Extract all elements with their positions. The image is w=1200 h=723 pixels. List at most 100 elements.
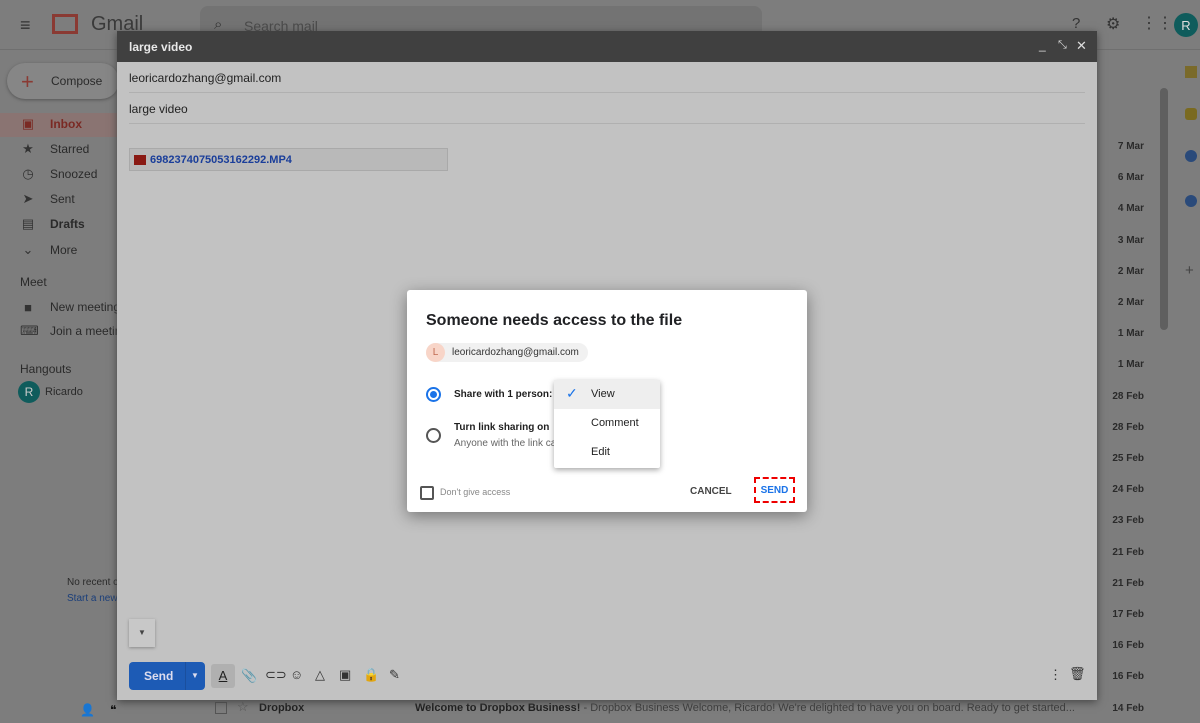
hangouts-user[interactable]: Ricardo [45, 386, 83, 398]
email-date: 2 Mar [1117, 297, 1144, 308]
menu-icon[interactable]: ≡ [20, 15, 31, 36]
email-date: 23 Feb [1112, 515, 1144, 527]
dont-give-access-checkbox[interactable] [420, 486, 434, 500]
sidebar-item-snoozed[interactable]: ◷ Snoozed [20, 164, 97, 184]
recipient-chip: L leoricardozhang@gmail.com [426, 343, 588, 362]
emoji-icon[interactable]: ☺ [290, 667, 303, 682]
trash-icon[interactable]: 🗑 [1069, 666, 1086, 682]
image-icon[interactable]: ▣ [339, 667, 351, 683]
more-options-dropdown[interactable]: ▼ [129, 619, 155, 647]
send-share-button[interactable]: SEND [754, 477, 795, 503]
video-file-icon [134, 155, 146, 165]
email-date: 25 Feb [1112, 453, 1144, 464]
clock-icon: ◷ [22, 166, 34, 181]
check-icon: ✓ [566, 385, 578, 401]
new-meeting[interactable]: ■ New meeting [20, 297, 120, 317]
compose-button[interactable]: + Compose [7, 63, 119, 99]
scrollbar[interactable] [1160, 88, 1168, 330]
hangouts-icon[interactable]: ❝ [110, 703, 116, 717]
subject-field[interactable]: large video [129, 93, 1085, 124]
email-date: 16 Feb [1112, 640, 1144, 652]
signature-icon[interactable]: ✎ [389, 667, 400, 683]
email-date: 1 Mar [1117, 328, 1144, 340]
email-date: 14 Feb [1112, 702, 1144, 714]
tasks-icon[interactable] [1185, 150, 1197, 162]
hangouts-avatar: R [18, 381, 40, 403]
keep-icon[interactable] [1185, 108, 1197, 120]
attachment-name: 6982374075053162292.MP4 [150, 154, 292, 166]
cancel-button[interactable]: CANCEL [690, 486, 732, 497]
minimize-icon[interactable]: _ [1039, 38, 1046, 52]
contacts-app-icon[interactable] [1185, 195, 1197, 207]
email-date: 2 Mar [1117, 265, 1144, 277]
close-icon[interactable]: ✕ [1076, 38, 1087, 54]
recipient-avatar: L [426, 343, 445, 362]
attach-icon[interactable]: 📎 [241, 668, 257, 684]
sidebar-item-starred[interactable]: ★ Starred [20, 139, 89, 159]
row-sender[interactable]: Dropbox [259, 702, 304, 714]
compose-label: Compose [51, 74, 103, 88]
send-icon: ➤ [22, 191, 34, 206]
email-date: 24 Feb [1112, 484, 1144, 496]
label: Drafts [50, 217, 85, 231]
email-date: 28 Feb [1112, 390, 1144, 402]
label: New meeting [50, 300, 121, 314]
dialog-title: Someone needs access to the file [426, 312, 683, 329]
send-button[interactable]: Send ▼ [129, 662, 205, 690]
email-date: 3 Mar [1117, 234, 1144, 246]
apps-grid-icon[interactable]: ⋮⋮ [1141, 13, 1173, 33]
label: Starred [50, 142, 90, 156]
video-icon: ■ [24, 299, 32, 315]
gmail-logo-icon [52, 14, 78, 34]
menu-item-view[interactable]: ✓ View [554, 380, 660, 409]
sidebar-item-sent[interactable]: ➤ Sent [20, 189, 75, 209]
formatting-icon[interactable]: A [211, 664, 235, 688]
draft-icon: ▤ [21, 216, 35, 231]
dont-give-access-label: Don't give access [440, 487, 511, 497]
more-icon[interactable]: ⋮ [1049, 667, 1062, 683]
email-date: 21 Feb [1112, 546, 1144, 558]
row-checkbox[interactable] [215, 702, 227, 714]
row-subject: Welcome to Dropbox Business! [415, 702, 581, 714]
avatar[interactable]: R [1174, 13, 1198, 37]
email-date: 6 Mar [1117, 172, 1144, 184]
join-meeting[interactable]: ⌨ Join a meeting [20, 321, 128, 341]
plus-icon: + [21, 69, 34, 94]
sidebar-item-drafts[interactable]: ▤ Drafts [20, 214, 85, 234]
confidential-icon[interactable]: 🔒 [363, 667, 379, 683]
menu-item-comment[interactable]: Comment [554, 409, 660, 438]
hangouts-heading: Hangouts [20, 362, 72, 376]
contacts-icon[interactable]: 👤 [80, 703, 95, 717]
email-date: 7 Mar [1117, 141, 1144, 152]
label: More [50, 243, 78, 257]
link-sharing-radio[interactable] [426, 428, 441, 443]
row-content[interactable]: Welcome to Dropbox Business! - Dropbox B… [415, 702, 1090, 714]
compose-title: large video [117, 31, 1097, 62]
attachment-chip[interactable]: 6982374075053162292.MP4 [129, 148, 448, 171]
label: View [591, 388, 615, 400]
send-options-icon[interactable]: ▼ [191, 671, 199, 680]
sidebar-item-more[interactable]: ⌄ More [20, 240, 78, 260]
label: Snoozed [50, 167, 98, 181]
fullscreen-icon[interactable]: ⤡ [1058, 39, 1067, 52]
permission-menu: ✓ View Comment Edit [554, 380, 660, 468]
help-icon[interactable]: ? [1072, 15, 1080, 32]
drive-icon[interactable]: △ [315, 667, 325, 683]
share-person-radio[interactable] [426, 387, 441, 402]
star-icon: ★ [22, 141, 34, 156]
link-icon[interactable]: ⊂⊃ [265, 667, 287, 683]
calendar-icon[interactable] [1185, 66, 1197, 78]
email-date: 28 Feb [1112, 421, 1144, 433]
to-field[interactable]: leoricardozhang@gmail.com [129, 62, 1085, 93]
add-addon-icon[interactable]: + [1185, 262, 1194, 279]
keyboard-icon: ⌨ [20, 323, 39, 338]
star-icon[interactable]: ☆ [237, 699, 249, 715]
link-sharing-label: Turn link sharing on [454, 422, 550, 433]
email-date: 21 Feb [1112, 577, 1144, 589]
email-date: 1 Mar [1117, 359, 1144, 371]
gear-icon[interactable]: ⚙ [1106, 14, 1120, 34]
email-date: 17 Feb [1112, 609, 1144, 620]
menu-item-edit[interactable]: Edit [554, 438, 660, 467]
sidebar-item-inbox[interactable]: ▣ Inbox [20, 114, 82, 134]
label: Sent [50, 192, 75, 206]
